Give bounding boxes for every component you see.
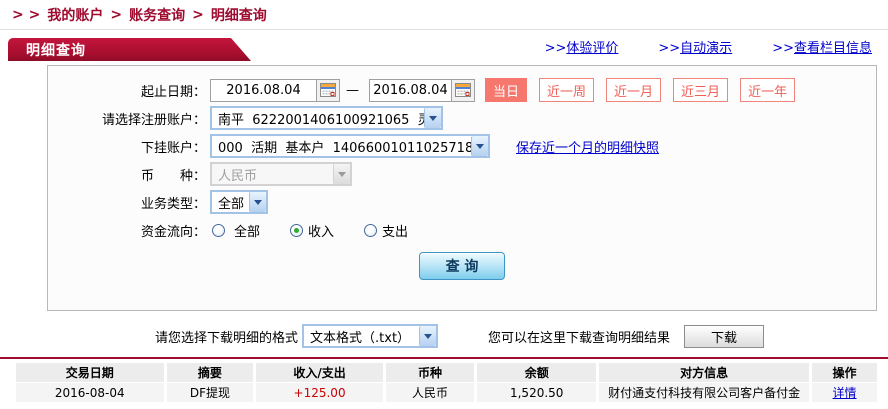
cell-currency: 人民币 (385, 383, 475, 402)
link-marker: >> (658, 41, 681, 56)
header-counterparty: 对方信息 (599, 363, 810, 382)
download-format-label: 请您选择下载明细的格式 (155, 330, 299, 346)
download-format-value: 文本格式（.txt） (310, 330, 411, 346)
fund-flow-options: 全部 收入 支出 (212, 221, 438, 240)
tab-label: 明细查询 (26, 42, 86, 59)
chevron-down-icon[interactable] (471, 136, 488, 156)
header-amount: 收入/支出 (256, 363, 383, 382)
registered-account-label: 请选择注册账户： (101, 112, 206, 128)
download-row: 请您选择下载明细的格式 文本格式（.txt） 您可以在这里下载查询明细结果 下载 (0, 323, 888, 349)
date-range-separator: — (346, 82, 359, 98)
quick-range-today-button[interactable]: 当日 (485, 78, 528, 102)
fund-flow-label: 资金流向： (140, 224, 206, 240)
currency-select: 人民币 (210, 162, 352, 186)
business-type-value: 全部 (218, 196, 245, 212)
breadcrumb-separator: > (110, 6, 123, 23)
calendar-icon (320, 83, 336, 97)
link-marker: >> (772, 41, 794, 56)
breadcrumb-item-detail-query[interactable]: 明细查询 (211, 5, 267, 25)
end-date-calendar-button[interactable] (451, 79, 474, 101)
link-view-column-info[interactable]: >>查看栏目信息 (772, 37, 872, 56)
download-format-select[interactable]: 文本格式（.txt） (302, 324, 439, 348)
table-row: 2016-08-04 DF提现 +125.00 人民币 1,520.50 财付通… (16, 383, 877, 402)
breadcrumb-item-my-account[interactable]: 我的账户 (47, 5, 103, 25)
header-action: 操作 (812, 363, 877, 382)
query-form-panel: 起止日期： 2016.08.04 — 2016.08.04 当日 近一周 近一月… (47, 65, 877, 311)
radio-unchecked-icon[interactable] (364, 223, 378, 237)
breadcrumb-separator: > (192, 6, 204, 23)
start-date-value: 2016.08.04 (226, 82, 301, 98)
currency-value: 人民币 (218, 168, 258, 184)
cell-summary: DF提现 (166, 383, 254, 402)
registered-account-value: 南平 6222001406100921065 灵通卡 (218, 112, 424, 128)
results-table: 交易日期 摘要 收入/支出 币种 余额 对方信息 操作 2016-08-04 D… (13, 362, 880, 403)
download-hint: 您可以在这里下载查询明细结果 (488, 330, 671, 346)
cell-date: 2016-08-04 (16, 383, 164, 402)
red-divider (0, 357, 888, 359)
header-summary: 摘要 (166, 363, 254, 382)
breadcrumb-markers: > > (12, 6, 41, 23)
end-date-input[interactable]: 2016.08.04 (369, 78, 475, 102)
chevron-down-icon[interactable] (424, 108, 441, 128)
header-balance: 余额 (477, 363, 597, 382)
link-experience-rating[interactable]: >>体验评价 (545, 37, 619, 56)
tab-bar: 明细查询 >>体验评价 >>自动演示 >>查看栏目信息 (0, 30, 888, 61)
tab-detail-query[interactable]: 明细查询 (8, 38, 251, 61)
business-type-row: 业务类型： 全部 (48, 190, 876, 214)
currency-row: 币 种： 人民币 (48, 162, 876, 186)
fund-flow-option-expense[interactable]: 支出 (364, 221, 408, 240)
business-type-label: 业务类型： (140, 196, 206, 212)
radio-unchecked-icon[interactable] (212, 223, 225, 237)
chevron-down-icon[interactable] (249, 192, 266, 212)
fund-flow-row: 资金流向： 全部 收入 支出 (48, 218, 876, 242)
start-date-input[interactable]: 2016.08.04 (210, 78, 340, 102)
sub-account-row: 下挂账户： 000 活期 基本户 1406600101102571848 保存近… (48, 134, 876, 158)
calendar-icon (455, 83, 471, 97)
table-header-row: 交易日期 摘要 收入/支出 币种 余额 对方信息 操作 (16, 363, 877, 382)
cell-action: 详情 (812, 383, 877, 402)
top-links: >>体验评价 >>自动演示 >>查看栏目信息 (545, 37, 872, 56)
link-auto-demo[interactable]: >>自动演示 (658, 37, 732, 56)
chevron-down-icon[interactable] (419, 326, 437, 346)
download-button[interactable]: 下载 (684, 324, 765, 348)
sub-account-label: 下挂账户： (140, 140, 206, 156)
start-date-calendar-button[interactable] (316, 79, 339, 101)
cell-counterparty: 财付通支付科技有限公司客户备付金 (599, 383, 810, 402)
sub-account-value: 000 活期 基本户 1406600101102571848 (218, 140, 471, 156)
radio-checked-icon[interactable] (290, 223, 304, 237)
quick-range-3months-button[interactable]: 近三月 (673, 78, 729, 102)
business-type-select[interactable]: 全部 (210, 190, 268, 214)
registered-account-row: 请选择注册账户： 南平 6222001406100921065 灵通卡 (48, 106, 876, 130)
link-marker: >> (544, 41, 567, 56)
chevron-down-icon (333, 164, 350, 184)
end-date-value: 2016.08.04 (373, 82, 448, 98)
save-snapshot-link[interactable]: 保存近一个月的明细快照 (516, 137, 659, 156)
date-range-row: 起止日期： 2016.08.04 — 2016.08.04 当日 近一周 近一月… (48, 78, 876, 102)
detail-link[interactable]: 详情 (833, 386, 857, 400)
cell-balance: 1,520.50 (477, 383, 597, 402)
fund-flow-option-income[interactable]: 收入 (290, 221, 334, 240)
header-date: 交易日期 (16, 363, 164, 382)
quick-range-month-button[interactable]: 近一月 (606, 78, 662, 102)
header-currency: 币种 (385, 363, 475, 382)
quick-range-week-button[interactable]: 近一周 (539, 78, 595, 102)
page: > > 我的账户 > 账务查询 > 明细查询 明细查询 >>体验评价 >>自动演… (0, 0, 888, 409)
breadcrumb-item-account-query[interactable]: 账务查询 (129, 5, 185, 25)
cell-amount: +125.00 (256, 383, 383, 402)
quick-range-year-button[interactable]: 近一年 (740, 78, 796, 102)
currency-label: 币 种： (140, 168, 206, 184)
breadcrumb: > > 我的账户 > 账务查询 > 明细查询 (0, 0, 888, 30)
fund-flow-option-all[interactable]: 全部 (212, 221, 260, 240)
sub-account-select[interactable]: 000 活期 基本户 1406600101102571848 (210, 134, 490, 158)
date-range-label: 起止日期： (140, 84, 206, 100)
registered-account-select[interactable]: 南平 6222001406100921065 灵通卡 (210, 106, 443, 130)
query-button[interactable]: 查 询 (419, 252, 505, 280)
